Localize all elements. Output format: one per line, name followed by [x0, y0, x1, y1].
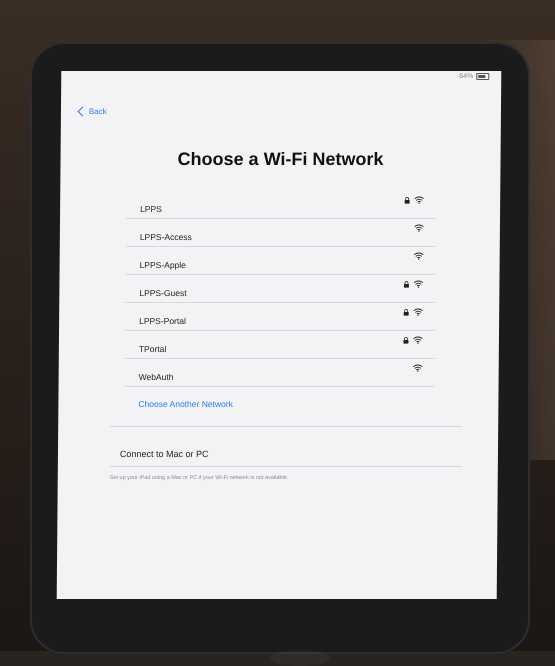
network-status-icons [403, 280, 424, 288]
lock-icon [403, 336, 409, 344]
home-button-area [270, 650, 330, 666]
network-name: LPPS-Access [139, 232, 192, 242]
footer-text: Set up your iPad using a Mac or PC if yo… [109, 475, 289, 481]
network-name: LPPS-Portal [139, 316, 186, 326]
network-name: LPPS-Apple [139, 260, 186, 270]
network-status-icons [413, 252, 424, 260]
ipad-screen: 64% Back Choose a Wi-Fi Network LPPS LPPS… [56, 71, 502, 599]
lock-icon [403, 308, 409, 316]
section-divider [110, 426, 463, 427]
connect-mac-pc-button[interactable]: Connect to Mac or PC [120, 449, 209, 459]
network-row[interactable]: WebAuth [124, 359, 435, 387]
network-name: LPPS [140, 204, 162, 214]
battery-percent: 64% [459, 73, 474, 80]
network-name: WebAuth [138, 372, 174, 382]
wifi-icon [413, 308, 423, 316]
network-row[interactable]: LPPS-Portal [125, 303, 436, 331]
choose-another-network-link[interactable]: Choose Another Network [138, 399, 233, 409]
wifi-icon [413, 336, 423, 344]
network-list: LPPS LPPS-Access LPPS-Apple LPPS-Guest LPPS-… [124, 191, 437, 387]
wifi-icon [414, 224, 424, 232]
status-bar: 64% [459, 73, 490, 80]
network-row[interactable]: LPPS [126, 191, 437, 219]
network-status-icons [413, 364, 423, 372]
network-row[interactable]: LPPS-Apple [125, 247, 436, 275]
battery-icon [476, 73, 490, 80]
back-button[interactable]: Back [77, 106, 107, 117]
section-divider-2 [109, 466, 462, 467]
network-status-icons [403, 308, 423, 316]
network-status-icons [403, 336, 423, 344]
network-name: TPortal [138, 344, 167, 354]
network-row[interactable]: LPPS-Guest [125, 275, 436, 303]
page-title: Choose a Wi-Fi Network [177, 149, 384, 169]
chevron-left-icon [77, 106, 88, 117]
wifi-icon [413, 364, 423, 372]
wifi-icon [413, 280, 424, 288]
network-row[interactable]: TPortal [124, 331, 436, 359]
network-status-icons [414, 224, 424, 232]
back-label: Back [88, 107, 107, 116]
lock-icon [403, 280, 409, 288]
wifi-icon [414, 196, 424, 204]
network-name: LPPS-Guest [139, 288, 187, 298]
wifi-icon [413, 252, 424, 260]
lock-icon [404, 196, 410, 204]
network-status-icons [404, 196, 424, 204]
network-row[interactable]: LPPS-Access [125, 219, 437, 247]
